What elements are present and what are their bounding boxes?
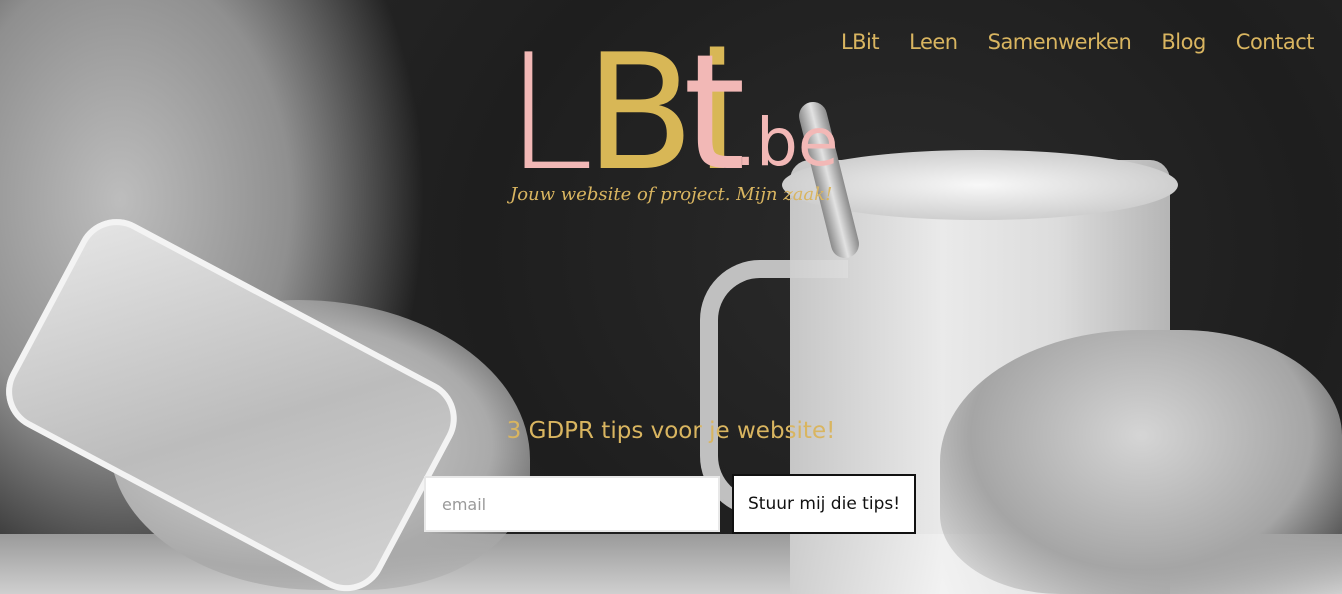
nav-item-samenwerken[interactable]: Samenwerken — [988, 30, 1132, 54]
right-hand-image — [940, 330, 1342, 594]
email-input[interactable] — [424, 476, 720, 532]
nav-item-contact[interactable]: Contact — [1236, 30, 1315, 54]
signup-form: Stuur mij die tips! — [424, 474, 917, 534]
nav-item-leen[interactable]: Leen — [909, 30, 958, 54]
send-tips-button[interactable]: Stuur mij die tips! — [732, 474, 917, 534]
main-nav: LBit Leen Samenwerken Blog Contact — [841, 30, 1315, 54]
logo-domain: .be — [735, 104, 839, 181]
nav-item-blog[interactable]: Blog — [1161, 30, 1206, 54]
signup-heading: 3 GDPR tips voor je website! — [506, 418, 836, 444]
logo-letter-l: L — [505, 19, 595, 206]
logo-tagline: Jouw website of project. Mijn zaak! — [510, 184, 833, 205]
nav-item-lbit[interactable]: LBit — [841, 30, 880, 54]
